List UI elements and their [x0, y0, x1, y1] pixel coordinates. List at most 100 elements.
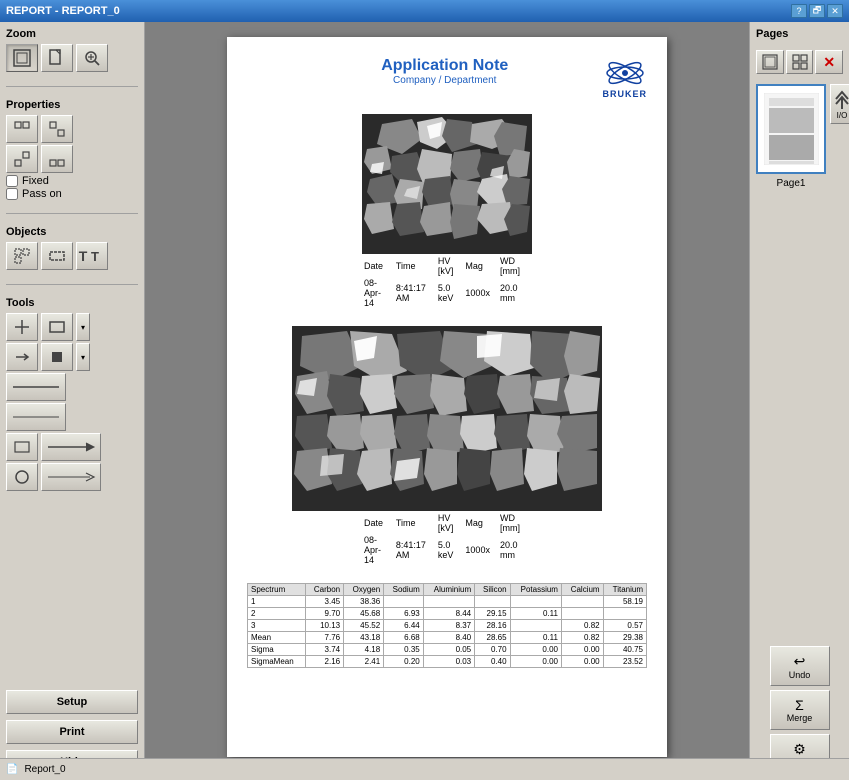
table-cell [510, 620, 561, 632]
doc-subtitle: Company / Department [287, 75, 602, 86]
table-cell: 0.00 [510, 656, 561, 668]
table-cell: 38.36 [344, 596, 384, 608]
table-row: 13.4538.3658.19 [248, 596, 647, 608]
table-cell: 0.00 [561, 656, 603, 668]
table-cell: 0.05 [423, 644, 474, 656]
zoom-fit-button[interactable] [6, 44, 38, 72]
table-header-cell: Titanium [603, 584, 646, 596]
microscope-image-2 [292, 326, 602, 511]
tools-row1: ▾ [6, 313, 138, 341]
title-bar-title: REPORT - REPORT_0 [6, 5, 120, 17]
table-cell: Sigma [248, 644, 306, 656]
obj-rect-button[interactable] [41, 242, 73, 270]
title-bar-controls: ? 🗗 ✕ [791, 4, 843, 18]
meta2-time-label: Time [396, 513, 436, 533]
page-icon: 📄 [6, 764, 18, 775]
tools-row4 [6, 403, 138, 431]
bruker-text: BRUKER [602, 89, 647, 99]
prop-btn-1[interactable] [6, 115, 38, 143]
pages-fit-button[interactable] [756, 50, 784, 74]
tool-dropdown-1[interactable]: ▾ [76, 313, 90, 341]
zoom-section: Zoom [6, 28, 138, 74]
merge-icon: Σ [795, 697, 804, 713]
table-cell: 58.19 [603, 596, 646, 608]
table-header-cell: Silicon [475, 584, 510, 596]
table-cell [561, 596, 603, 608]
prop-btn-3[interactable] [6, 145, 38, 173]
table-cell: 43.18 [344, 632, 384, 644]
table-cell: 0.00 [561, 644, 603, 656]
table-cell: 3 [248, 620, 306, 632]
meta2-wd-label: WD[mm] [500, 513, 530, 533]
meta2-wd-val: 20.0 mm [500, 535, 530, 565]
obj-text-button[interactable]: T T [76, 242, 108, 270]
title-bar: REPORT - REPORT_0 ? 🗗 ✕ [0, 0, 849, 22]
table-cell [384, 596, 424, 608]
table-row: Sigma3.744.180.350.050.700.000.0040.75 [248, 644, 647, 656]
pass-on-checkbox[interactable] [6, 188, 18, 200]
merge-button[interactable]: Σ Merge [770, 690, 830, 730]
tools-row3 [6, 373, 138, 401]
table-cell [561, 608, 603, 620]
page-preview-icon [764, 93, 819, 165]
tool-rect-button[interactable] [41, 313, 73, 341]
tool-arrow-button[interactable] [6, 343, 38, 371]
tools-label: Tools [6, 297, 138, 309]
table-cell: 3.45 [305, 596, 344, 608]
help-button[interactable]: ? [791, 4, 807, 18]
tool-move-button[interactable] [6, 313, 38, 341]
tool-arrow3-button[interactable] [41, 463, 101, 491]
obj-select-button[interactable] [6, 242, 38, 270]
prop-btn-4[interactable] [41, 145, 73, 173]
table-cell: 7.76 [305, 632, 344, 644]
table-cell: SigmaMean [248, 656, 306, 668]
table-cell [603, 608, 646, 620]
fixed-checkbox[interactable] [6, 175, 18, 187]
tools-row5 [6, 433, 138, 461]
page-thumbnail[interactable] [756, 84, 826, 174]
data-table: SpectrumCarbonOxygenSodiumAluminiumSilic… [247, 583, 647, 668]
table-cell: 28.16 [475, 620, 510, 632]
tool-hline-button[interactable] [6, 373, 66, 401]
undo-button[interactable]: ↩ Undo [770, 646, 830, 686]
print-button[interactable]: Print [6, 720, 138, 744]
tool-frame-button[interactable] [6, 433, 38, 461]
tool-arrow2-button[interactable] [41, 433, 101, 461]
zoom-label: Zoom [6, 28, 138, 40]
pages-grid-button[interactable] [786, 50, 814, 74]
tool-dropdown-2[interactable]: ▾ [76, 343, 90, 371]
properties-buttons-row1 [6, 115, 138, 143]
left-panel: Zoom Properties [0, 22, 145, 780]
doc-title: Application Note [287, 57, 602, 75]
setup-button[interactable]: Setup [6, 690, 138, 714]
merge-label: Merge [787, 713, 813, 723]
zoom-page-button[interactable] [41, 44, 73, 72]
table-cell: 10.13 [305, 620, 344, 632]
table-cell: 28.65 [475, 632, 510, 644]
pages-content: Page1 I/O [756, 84, 843, 189]
io-button[interactable]: I/O [830, 84, 849, 124]
pages-delete-button[interactable]: ✕ [815, 50, 843, 74]
pass-on-label: Pass on [22, 188, 62, 200]
tool-line-button[interactable] [6, 403, 66, 431]
table-header-cell: Calcium [561, 584, 603, 596]
table-cell: 0.20 [384, 656, 424, 668]
table-cell [475, 596, 510, 608]
zoom-in-button[interactable] [76, 44, 108, 72]
table-cell: 4.18 [344, 644, 384, 656]
table-cell: 6.93 [384, 608, 424, 620]
table-cell: 3.74 [305, 644, 344, 656]
restore-button[interactable]: 🗗 [809, 4, 825, 18]
main-container: Zoom Properties [0, 22, 849, 780]
bruker-logo: BRUKER [602, 57, 647, 99]
table-cell: 2 [248, 608, 306, 620]
table-cell: 9.70 [305, 608, 344, 620]
close-button[interactable]: ✕ [827, 4, 843, 18]
tool-fill-button[interactable] [41, 343, 73, 371]
table-header-cell: Oxygen [344, 584, 384, 596]
table-cell: 23.52 [603, 656, 646, 668]
prop-btn-2[interactable] [41, 115, 73, 143]
tools-section: Tools ▾ ▾ [6, 297, 138, 493]
pass-on-checkbox-row: Pass on [6, 188, 138, 200]
tool-circle-button[interactable] [6, 463, 38, 491]
